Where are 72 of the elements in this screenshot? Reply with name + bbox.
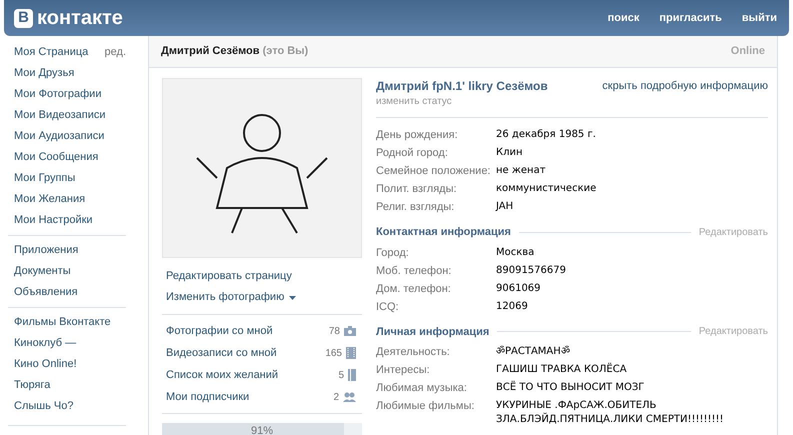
counter-link[interactable]: Список моих желаний: [166, 366, 278, 384]
sidebar-link[interactable]: Кино Online!: [14, 356, 77, 373]
edit-link[interactable]: ред.: [104, 44, 126, 61]
field-label: Интересы:: [376, 363, 431, 378]
logo-text[interactable]: контакте: [37, 8, 123, 28]
counter-value: 5: [338, 368, 344, 382]
field-label: Город:: [376, 246, 410, 260]
film-icon: [346, 347, 356, 359]
sidebar-link[interactable]: Приложения: [14, 242, 78, 259]
counter-value: 165: [325, 346, 342, 360]
field-label: Полит. взгляды:: [376, 182, 458, 197]
field-value: УКУРИНЫЕ .ФАрСАЖ.ОБИТЕЛЬ ЗЛА.БЛЭЙД.ПЯТНИЦА.ЛИКИ СМЕРТИ!!!!!!!!!: [496, 399, 725, 427]
nav-link[interactable]: пригласить: [659, 10, 722, 26]
sidebar-link[interactable]: Мои Желания: [14, 191, 86, 208]
sidebar-link[interactable]: Мои Видеозаписи: [14, 107, 106, 124]
hide-info-link[interactable]: скрыть подробную информацию: [602, 78, 768, 109]
field-label: Родной город:: [376, 146, 449, 161]
field-value: коммунистические: [496, 182, 598, 196]
caret-icon: [289, 296, 296, 300]
logo-badge[interactable]: В: [14, 8, 33, 28]
field-value: 26 декабря 1985 г.: [496, 128, 597, 142]
field-label: Любимая музыка:: [376, 381, 468, 396]
field-value: 89091576679: [496, 264, 567, 278]
full-name: Дмитрий fpN.1' likry Сезёмов: [376, 78, 548, 94]
sidebar-link[interactable]: Объявления: [14, 284, 78, 301]
sidebar-link[interactable]: Моя Страница: [14, 44, 88, 61]
field-label: Моб. телефон:: [376, 264, 452, 278]
counter-value: 2: [333, 390, 339, 404]
nav-link[interactable]: выйти: [742, 10, 777, 26]
section-title: Личная информация: [376, 324, 490, 340]
section-title: Контактная информация: [376, 225, 511, 240]
counter-link[interactable]: Фотографии со мной: [166, 322, 273, 340]
field-label: Религ. взгляды:: [376, 200, 456, 215]
counter-link[interactable]: Мои подписчики: [166, 388, 250, 406]
field-value: ГАШИШ ТРАВКА КОЛЁСА: [496, 363, 628, 377]
edit-page-link[interactable]: Редактировать страницу: [166, 268, 292, 285]
sidebar-link[interactable]: Мои Аудиозаписи: [14, 128, 104, 145]
field-label: День рождения:: [376, 128, 459, 143]
field-label: ICQ:: [376, 300, 400, 314]
self-note: (это Вы): [262, 45, 308, 58]
camera-icon: [344, 326, 356, 336]
sidebar-link[interactable]: Фильмы Вконтакте: [14, 314, 111, 331]
nav-link[interactable]: поиск: [608, 10, 640, 26]
progress-reading: 91%: [250, 425, 274, 435]
field-label: Семейное положение:: [376, 164, 492, 179]
sidebar-link[interactable]: Мои Сообщения: [14, 149, 98, 166]
list-icon: [348, 369, 356, 381]
field-label: Дом. телефон:: [376, 282, 452, 296]
sidebar-link[interactable]: Мои Фотографии: [14, 86, 102, 103]
people-icon: [343, 392, 356, 402]
field-label: Деятельность:: [376, 345, 451, 360]
field-value: JAH: [496, 200, 514, 214]
profile-name: Дмитрий Сезёмов: [161, 45, 260, 58]
field-value: ॐРАСТАМАНॐ: [496, 345, 571, 359]
field-value: Москва: [496, 246, 536, 260]
online-status: Online: [730, 44, 765, 60]
sidebar-link[interactable]: Мои Друзья: [14, 65, 74, 82]
counter-link[interactable]: Видеозаписи со мной: [166, 344, 277, 362]
sidebar-link[interactable]: Мои Группы: [14, 170, 76, 187]
sidebar-link[interactable]: Документы: [14, 263, 71, 280]
field-label: Любимые фильмы:: [376, 399, 476, 414]
sidebar-link[interactable]: Тюряга: [14, 377, 50, 394]
counter-value: 78: [328, 324, 340, 338]
sidebar-link[interactable]: Слышь Чо?: [14, 398, 74, 415]
field-value: Клин: [496, 146, 524, 160]
sidebar-link[interactable]: Мои Настройки: [14, 212, 93, 229]
field-value: ВСЁ ТО ЧТО ВЫНОСИТ МОЗГ: [496, 381, 646, 395]
field-value: не женат: [496, 164, 547, 178]
field-value: 9061069: [496, 282, 542, 296]
sidebar-link[interactable]: Киноклуб —: [14, 335, 76, 352]
change-photo-link[interactable]: Изменить фотографию: [166, 289, 296, 306]
field-value: 12069: [496, 300, 529, 314]
